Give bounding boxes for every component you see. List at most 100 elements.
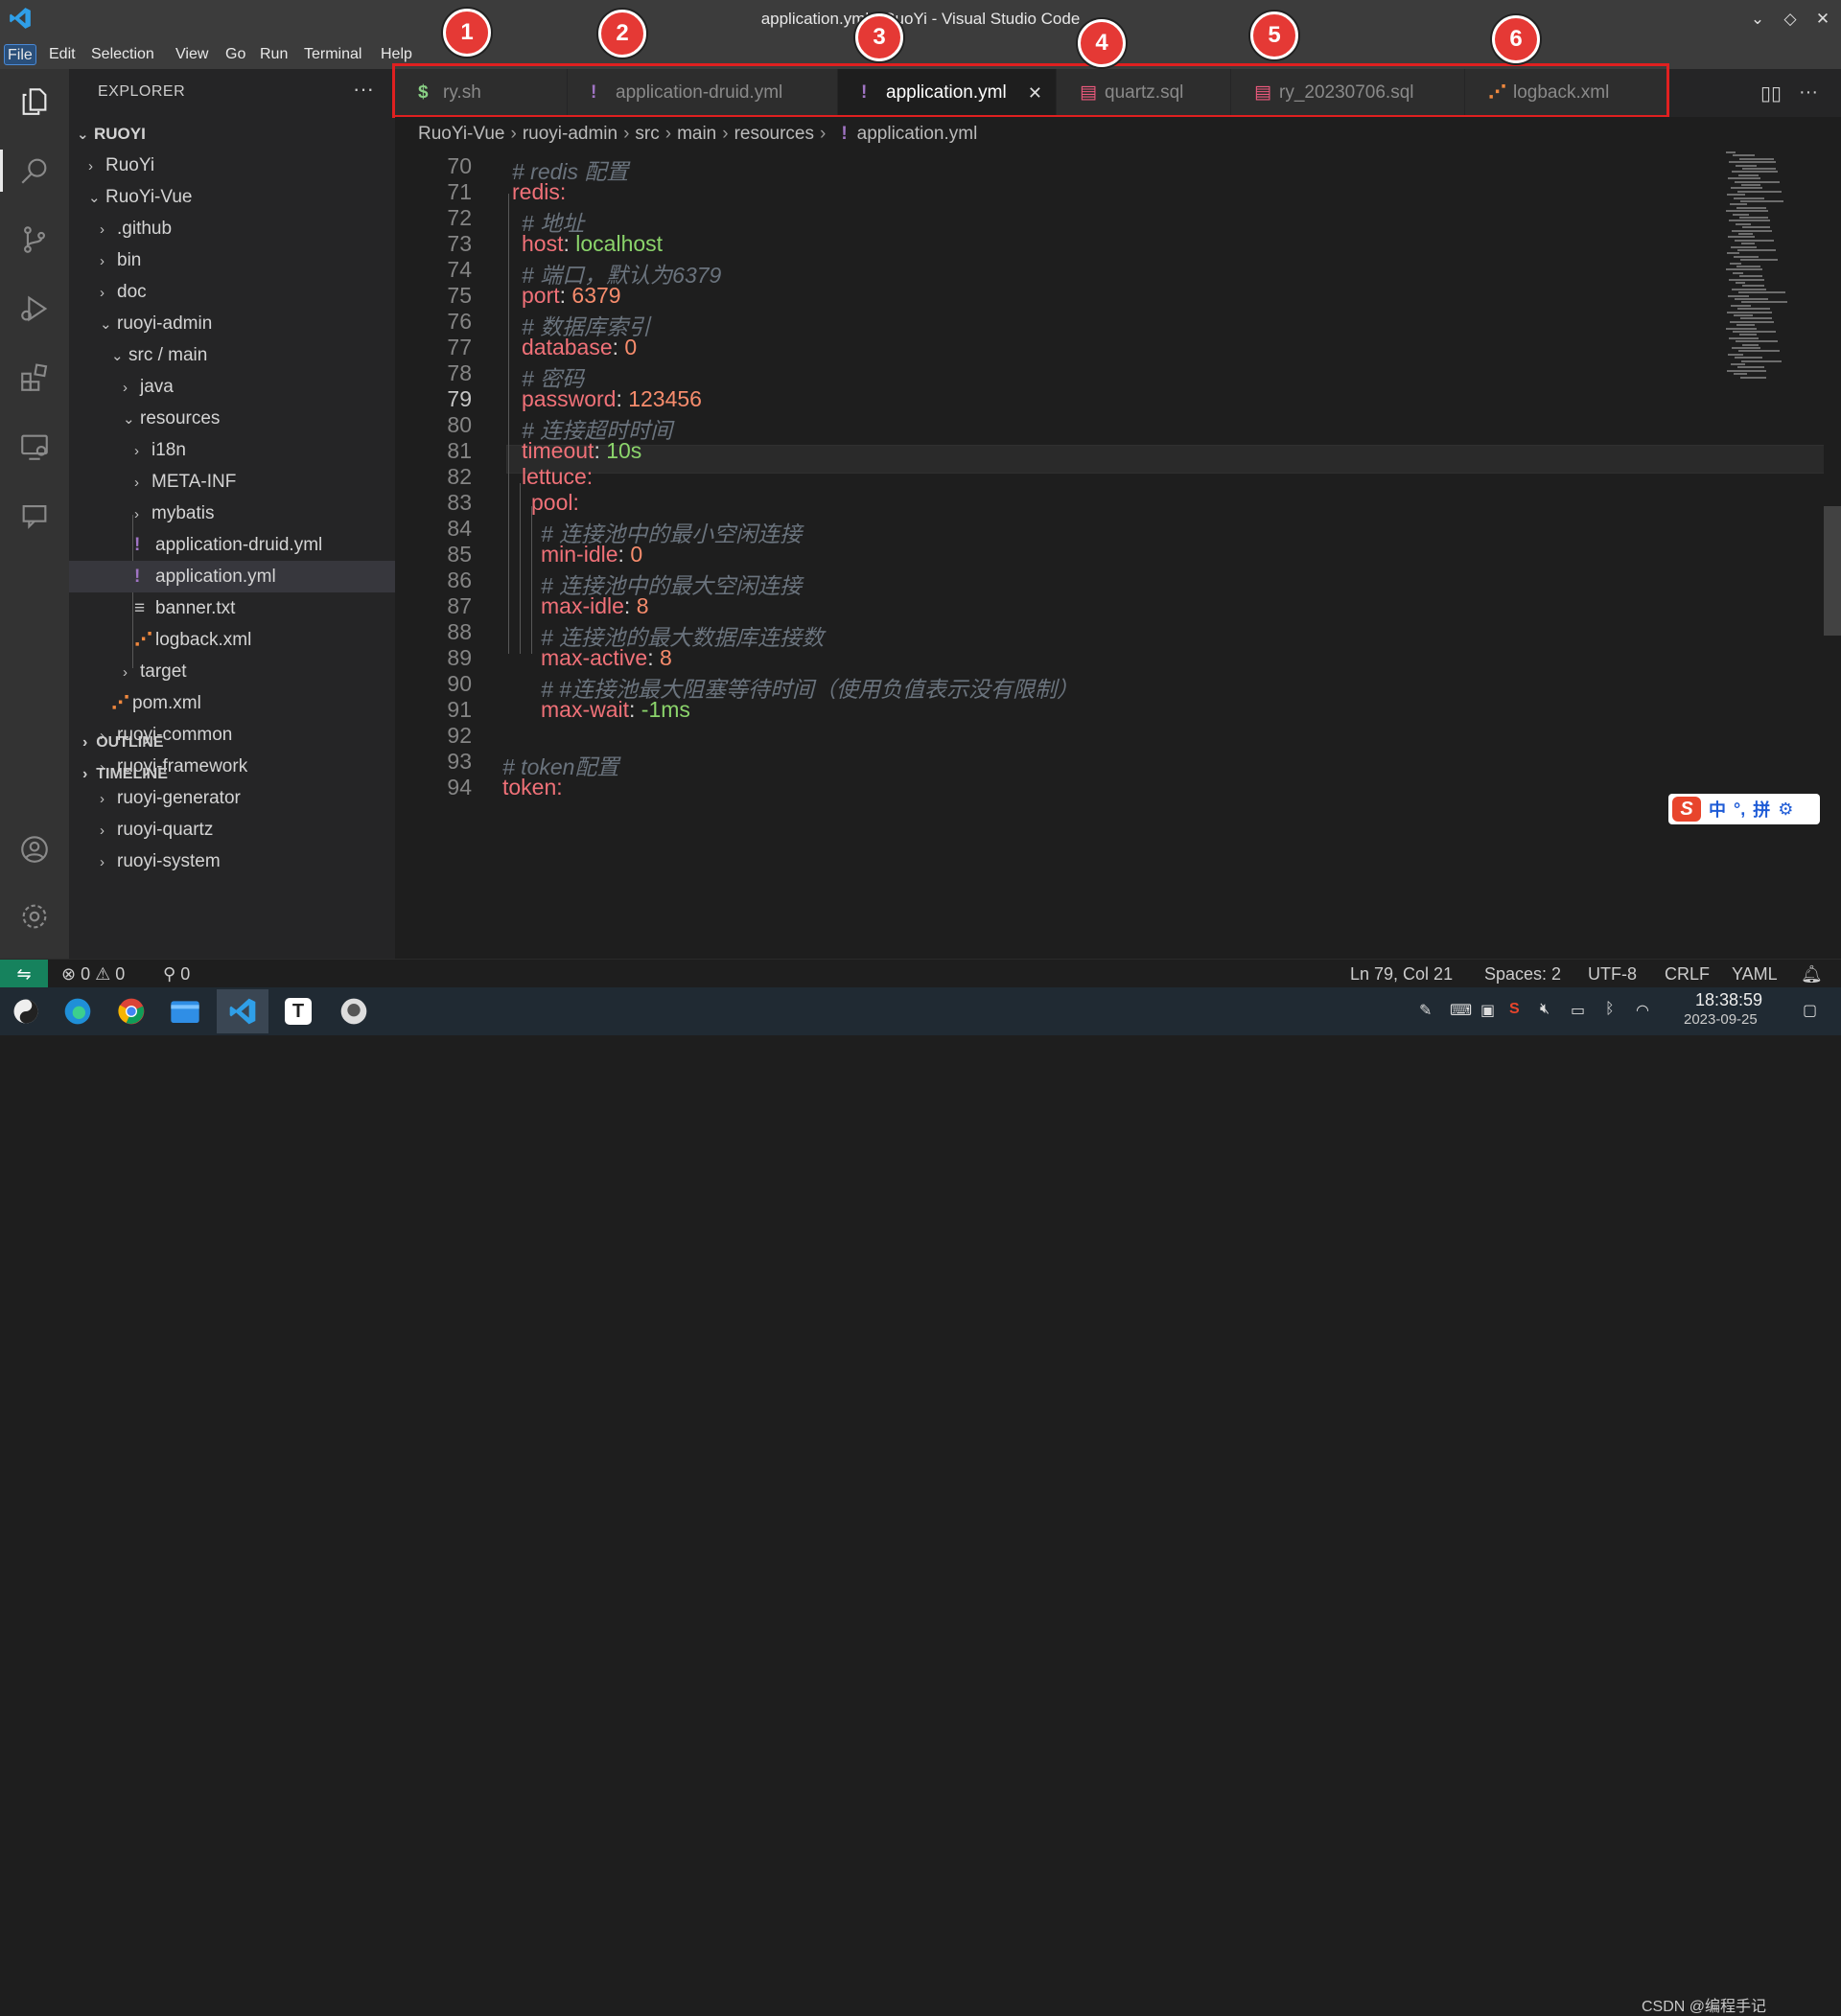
tab-application-yml[interactable]: ! application.yml ✕ [838,69,1057,117]
source-control-icon[interactable] [13,219,56,261]
ime-mode[interactable]: 拼 [1753,797,1770,822]
tab-logback-xml[interactable]: ⋰ logback.xml [1465,69,1668,117]
remote-explorer-icon[interactable] [13,426,56,468]
bluetooth-icon[interactable]: ᛒ [1605,1001,1615,1018]
tree-item[interactable]: › ruoyi-quartz [69,814,395,846]
problems-indicator[interactable]: ⊗ 0 ⚠ 0 [61,964,125,985]
tree-item[interactable]: › ruoyi-generator [69,782,395,814]
vscode-taskbar-icon[interactable] [217,989,268,1033]
extensions-icon[interactable] [13,357,56,399]
battery-icon[interactable]: ▭ [1571,1001,1585,1020]
ime-language[interactable]: 中 [1709,797,1726,822]
tree-item[interactable]: ⋰ logback.xml [69,624,395,656]
run-debug-icon[interactable] [13,288,56,330]
restore-icon[interactable]: ◇ [1780,10,1801,29]
pen-tray-icon[interactable]: ✎ [1419,1001,1432,1020]
tree-item[interactable]: › META-INF [69,466,395,498]
tree-item[interactable]: ! application-druid.yml [69,529,395,561]
notification-center-icon[interactable]: ▢ [1803,1001,1817,1020]
tree-item[interactable]: › ruoyi-system [69,846,395,877]
menu-file[interactable]: File [4,44,36,65]
remote-indicator-icon[interactable]: ⇋ [0,960,48,988]
tree-item[interactable]: › i18n [69,434,395,466]
line-ending[interactable]: CRLF [1665,964,1710,985]
clock-date[interactable]: 2023-09-25 [1684,1011,1758,1028]
cursor-position[interactable]: Ln 79, Col 21 [1350,964,1453,985]
chrome-browser-icon[interactable] [105,989,157,1033]
tree-item[interactable]: ≡ banner.txt [69,592,395,624]
tree-item[interactable]: ! application.yml [69,561,395,592]
clipboard-tray-icon[interactable]: ▣ [1480,1001,1495,1020]
tree-item[interactable]: › bin [69,244,395,276]
typora-icon[interactable]: T [272,989,324,1033]
breadcrumb-item[interactable]: resources [734,124,814,144]
outline-section[interactable]: › OUTLINE [82,734,163,752]
tree-item[interactable]: › doc [69,276,395,308]
ports-indicator[interactable]: ⚲ 0 [163,964,190,985]
menu-view[interactable]: View [173,44,211,65]
more-actions-icon[interactable]: ··· [353,77,374,102]
minimap-line [1728,353,1743,356]
tree-item[interactable]: ⌄ RuoYi-Vue [69,181,395,213]
menu-run[interactable]: Run [257,44,291,65]
breadcrumb-item[interactable]: RuoYi-Vue [418,124,504,144]
explorer-icon[interactable] [13,81,56,123]
wifi-icon[interactable]: ◠ [1636,1001,1649,1020]
edge-browser-icon[interactable] [52,989,104,1033]
file-manager-icon[interactable] [159,989,211,1033]
more-actions-icon[interactable]: ··· [1799,81,1818,104]
tab-application-druid-yml[interactable]: ! application-druid.yml [568,69,838,117]
clock-time[interactable]: 18:38:59 [1695,990,1762,1010]
encoding[interactable]: UTF-8 [1588,964,1637,985]
tree-item[interactable]: ⌄ src / main [69,339,395,371]
vertical-scrollbar[interactable] [1824,506,1841,636]
search-icon[interactable] [13,150,56,192]
ime-punctuation[interactable]: °, [1734,799,1745,820]
indentation[interactable]: Spaces: 2 [1484,964,1561,985]
tree-item-label: META-INF [151,472,237,492]
timeline-section[interactable]: › TIMELINE [82,766,168,783]
close-icon[interactable]: ✕ [1812,10,1833,29]
ime-toolbar[interactable]: S 中 °, 拼 ⚙ [1668,794,1820,824]
gear-icon[interactable]: ⚙ [1778,799,1793,820]
notifications-bell-icon[interactable]: 🔔︎ [1801,964,1823,985]
account-icon[interactable] [13,828,56,870]
minimap-line [1734,255,1759,258]
volume-mute-icon[interactable]: 🔇︎ [1540,1001,1550,1018]
minimap-line [1735,298,1768,300]
menu-help[interactable]: Help [378,44,415,65]
workspace-root[interactable]: ⌄ RUOYI [69,118,395,150]
tab-ry-sh[interactable]: $ ry.sh [395,69,568,117]
minimap[interactable] [1726,151,1822,420]
sogou-tray-icon[interactable]: S [1509,1001,1520,1018]
breadcrumb-item[interactable]: application.yml [857,124,978,144]
tree-item[interactable]: › .github [69,213,395,244]
start-menu-icon[interactable] [0,989,52,1033]
comments-icon[interactable] [13,495,56,537]
code-editor[interactable]: 70 # redis 配置 71 redis: 72 # 地址 73 host: localh… [395,151,1824,959]
tree-item[interactable]: ⌄ ruoyi-admin [69,308,395,339]
tree-item[interactable]: › java [69,371,395,403]
language-mode[interactable]: YAML [1732,964,1778,985]
tree-item[interactable]: › mybatis [69,498,395,529]
chevron-down-icon[interactable]: ⌄ [1747,10,1768,29]
breadcrumb-item[interactable]: ruoyi-admin [523,124,618,144]
terminal-tray-icon[interactable]: ⌨ [1450,1001,1472,1020]
breadcrumb-item[interactable]: main [677,124,716,144]
menu-go[interactable]: Go [222,44,248,65]
tab-ry-20230706-sql[interactable]: ▤ ry_20230706.sql [1231,69,1465,117]
line-number: 81 [447,438,472,463]
tree-item[interactable]: ⋰ pom.xml [69,687,395,719]
tree-item[interactable]: ⌄ resources [69,403,395,434]
settings-gear-icon[interactable] [13,895,56,938]
menu-selection[interactable]: Selection [88,44,157,65]
app-avatar-icon[interactable] [328,989,380,1033]
tab-close-icon[interactable]: ✕ [1028,69,1042,117]
tab-quartz-sql[interactable]: ▤ quartz.sql [1057,69,1231,117]
menu-terminal[interactable]: Terminal [301,44,364,65]
menu-edit[interactable]: Edit [46,44,79,65]
split-editor-icon[interactable]: ▯▯ [1760,81,1782,105]
breadcrumb-item[interactable]: src [635,124,659,144]
tree-item[interactable]: › target [69,656,395,687]
tree-item[interactable]: › RuoYi [69,150,395,181]
